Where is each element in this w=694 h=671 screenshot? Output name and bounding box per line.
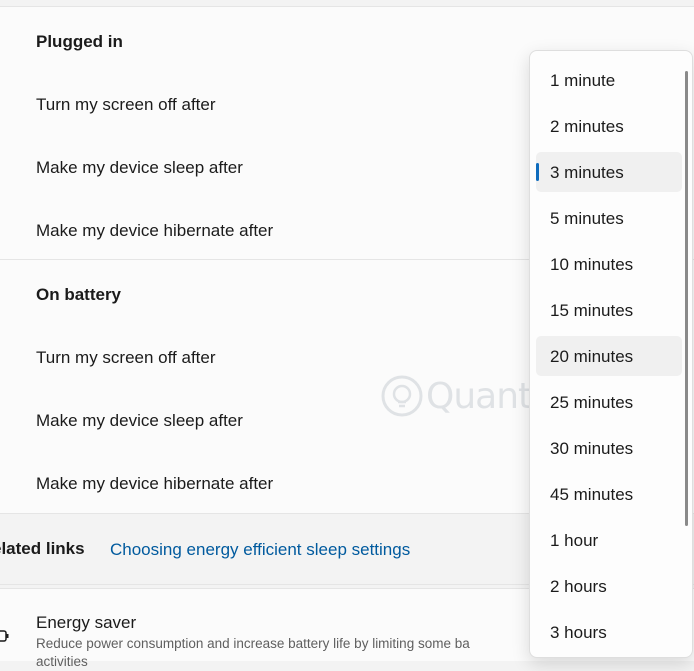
option-label: 3 hours xyxy=(550,623,607,642)
option-1-minute[interactable]: 1 minute xyxy=(536,60,682,100)
plugged-in-title: Plugged in xyxy=(36,32,123,51)
option-25-minutes[interactable]: 25 minutes xyxy=(536,382,682,422)
option-5-minutes[interactable]: 5 minutes xyxy=(536,198,682,238)
option-3-minutes[interactable]: 3 minutes xyxy=(536,152,682,192)
option-label: 2 minutes xyxy=(550,117,624,136)
option-label: 20 minutes xyxy=(550,347,634,366)
plugged-in-sleep-label: Make my device sleep after xyxy=(36,158,243,177)
option-label: 5 minutes xyxy=(550,209,624,228)
option-2-hours[interactable]: 2 hours xyxy=(536,566,682,606)
option-1-hour[interactable]: 1 hour xyxy=(536,520,682,560)
energy-saver-description: Reduce power consumption and increase ba… xyxy=(36,635,536,671)
timeout-dropdown-list[interactable]: 1 minute 2 minutes 3 minutes 5 minutes 1… xyxy=(529,50,693,658)
on-battery-sleep-label: Make my device sleep after xyxy=(36,411,243,430)
option-15-minutes[interactable]: 15 minutes xyxy=(536,290,682,330)
energy-saver-icon xyxy=(0,630,9,642)
option-label: 25 minutes xyxy=(550,393,634,412)
option-label: 3 minutes xyxy=(550,163,624,182)
option-3-hours[interactable]: 3 hours xyxy=(536,612,682,652)
option-30-minutes[interactable]: 30 minutes xyxy=(536,428,682,468)
option-label: 1 hour xyxy=(550,531,599,550)
plugged-in-hibernate-label: Make my device hibernate after xyxy=(36,221,274,240)
on-battery-hibernate-label: Make my device hibernate after xyxy=(36,474,274,493)
option-20-minutes[interactable]: 20 minutes xyxy=(536,336,682,376)
selected-indicator xyxy=(536,163,539,181)
energy-saver-description-line2: activities xyxy=(36,654,88,669)
related-links-label: elated links xyxy=(0,539,85,558)
energy-efficient-sleep-link[interactable]: Choosing energy efficient sleep settings xyxy=(110,540,410,560)
plugged-in-screen-off-label: Turn my screen off after xyxy=(36,95,216,114)
option-label: 30 minutes xyxy=(550,439,634,458)
option-label: 10 minutes xyxy=(550,255,634,274)
option-label: 15 minutes xyxy=(550,301,634,320)
option-10-minutes[interactable]: 10 minutes xyxy=(536,244,682,284)
option-2-minutes[interactable]: 2 minutes xyxy=(536,106,682,146)
watermark-logo-icon xyxy=(381,375,423,417)
option-label: 45 minutes xyxy=(550,485,634,504)
option-45-minutes[interactable]: 45 minutes xyxy=(536,474,682,514)
dropdown-scrollbar[interactable] xyxy=(685,71,688,526)
on-battery-screen-off-label: Turn my screen off after xyxy=(36,348,216,367)
on-battery-title: On battery xyxy=(36,285,122,304)
option-label: 1 minute xyxy=(550,71,616,90)
energy-saver-title: Energy saver xyxy=(36,613,137,632)
energy-saver-description-line1: Reduce power consumption and increase ba… xyxy=(36,636,470,651)
option-label: 2 hours xyxy=(550,577,607,596)
